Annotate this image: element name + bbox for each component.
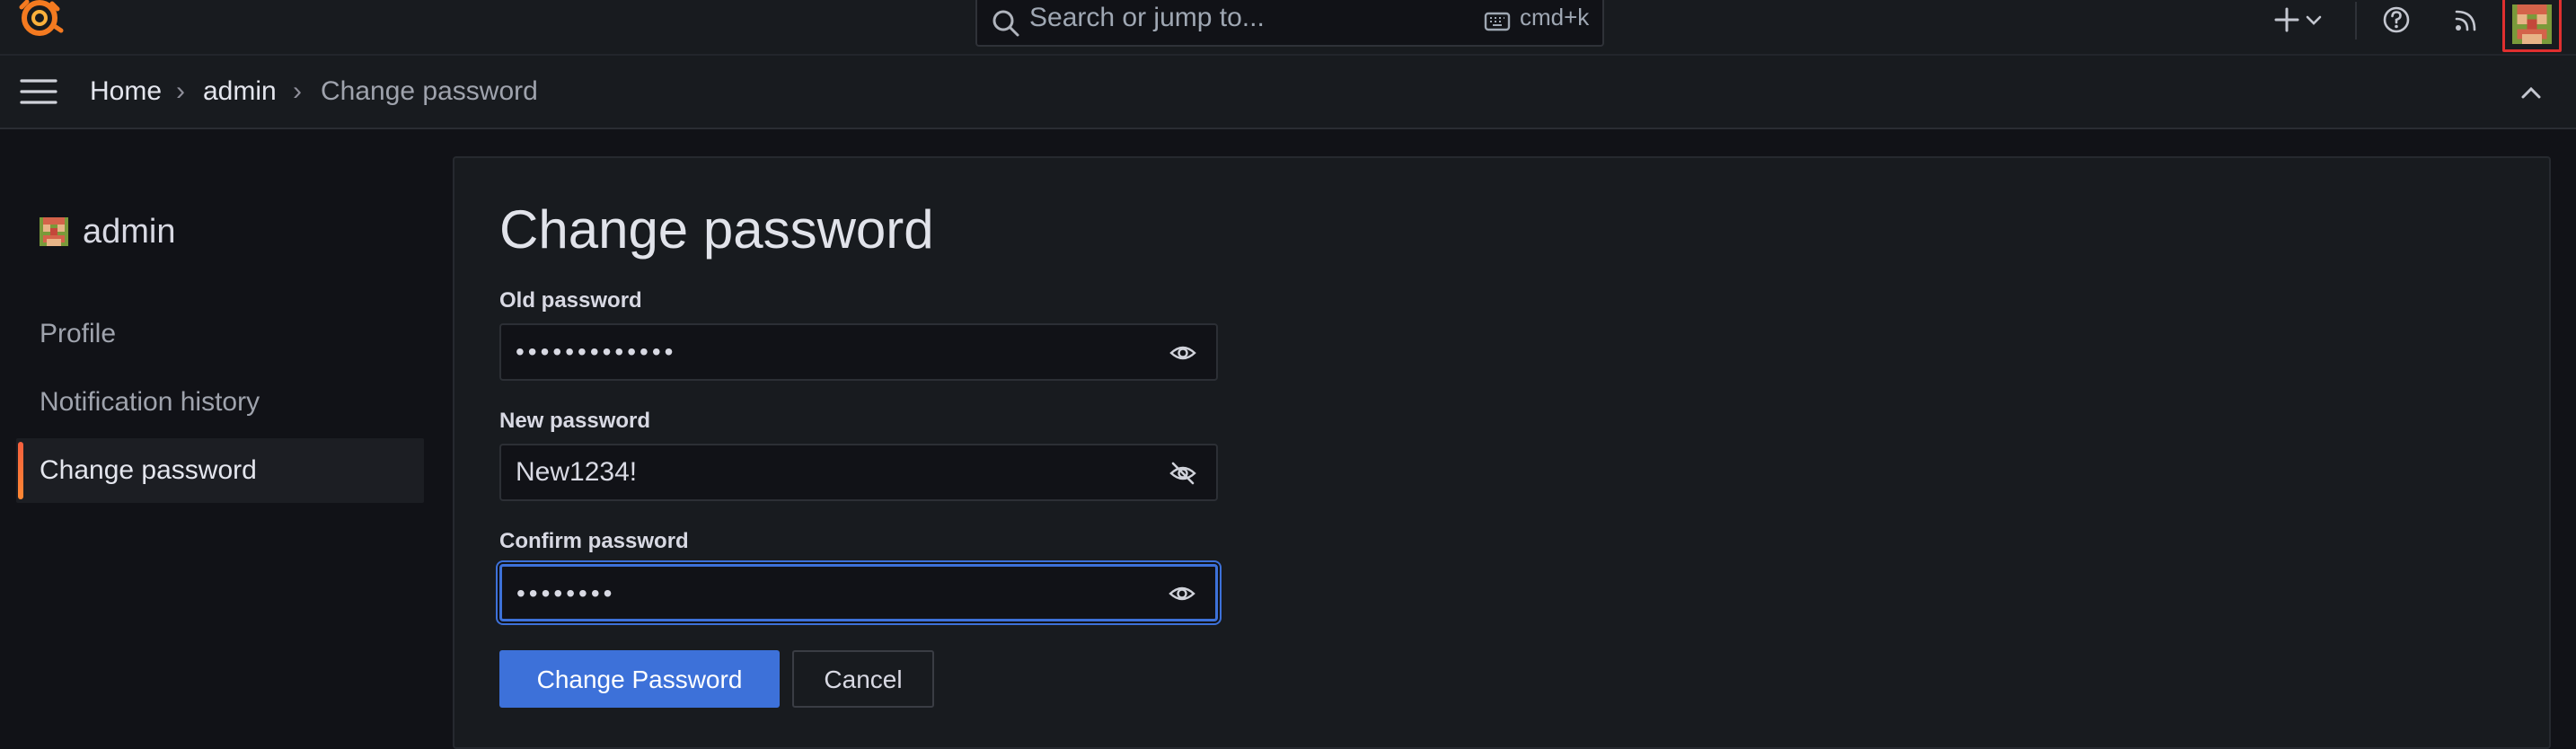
change-password-button[interactable]: Change Password: [499, 650, 780, 708]
help-icon[interactable]: [2380, 4, 2413, 36]
breadcrumb-admin[interactable]: admin: [203, 75, 277, 108]
breadcrumb-bar: Home › admin › Change password: [0, 56, 2576, 129]
toolbar-divider: [2355, 2, 2357, 40]
search-placeholder: Search or jump to...: [1029, 3, 1265, 32]
confirm-password-value: ••••••••: [516, 579, 616, 607]
menu-icon[interactable]: [20, 77, 57, 106]
user-avatar-button[interactable]: [2502, 0, 2562, 52]
new-password-label: New password: [499, 409, 651, 433]
new-password-value: New1234!: [516, 457, 638, 487]
sidebar-item-profile[interactable]: Profile: [16, 302, 424, 366]
search-icon: [992, 10, 1019, 37]
chevron-down-icon[interactable]: [2303, 4, 2325, 36]
confirm-password-label: Confirm password: [499, 529, 689, 553]
search-bar[interactable]: Search or jump to... cmd+k: [975, 0, 1604, 47]
rss-feed-icon[interactable]: [2450, 4, 2483, 36]
confirm-password-field[interactable]: ••••••••: [499, 564, 1218, 621]
top-navigation-bar: Search or jump to... cmd+k: [0, 0, 2576, 56]
search-shortcut: cmd+k: [1520, 4, 1590, 31]
change-password-panel: Change password Old password •••••••••••…: [453, 156, 2551, 749]
avatar: [2512, 4, 2552, 44]
eye-slash-icon[interactable]: [1169, 462, 1196, 485]
old-password-value: •••••••••••••: [516, 338, 677, 366]
old-password-label: Old password: [499, 288, 642, 313]
avatar: [40, 217, 68, 246]
sidebar-title: admin: [83, 213, 176, 251]
cancel-button[interactable]: Cancel: [792, 650, 934, 708]
grafana-logo-icon[interactable]: [16, 0, 65, 41]
eye-icon[interactable]: [1169, 582, 1195, 605]
plus-icon[interactable]: [2271, 4, 2303, 36]
sidebar-header: admin: [40, 214, 176, 250]
new-password-field[interactable]: New1234!: [499, 444, 1218, 501]
old-password-field[interactable]: •••••••••••••: [499, 323, 1218, 381]
breadcrumb-separator: ›: [176, 76, 185, 106]
eye-icon[interactable]: [1169, 341, 1196, 365]
breadcrumb-separator: ›: [293, 76, 302, 106]
sidebar-item-change-password[interactable]: Change password: [16, 438, 424, 503]
sidebar-item-notification-history[interactable]: Notification history: [16, 370, 424, 435]
keyboard-icon: [1484, 12, 1511, 31]
page-title: Change password: [499, 199, 934, 260]
chevron-up-icon[interactable]: [2515, 79, 2547, 108]
breadcrumb-current: Change password: [321, 76, 538, 106]
breadcrumb-home[interactable]: Home: [90, 75, 162, 108]
